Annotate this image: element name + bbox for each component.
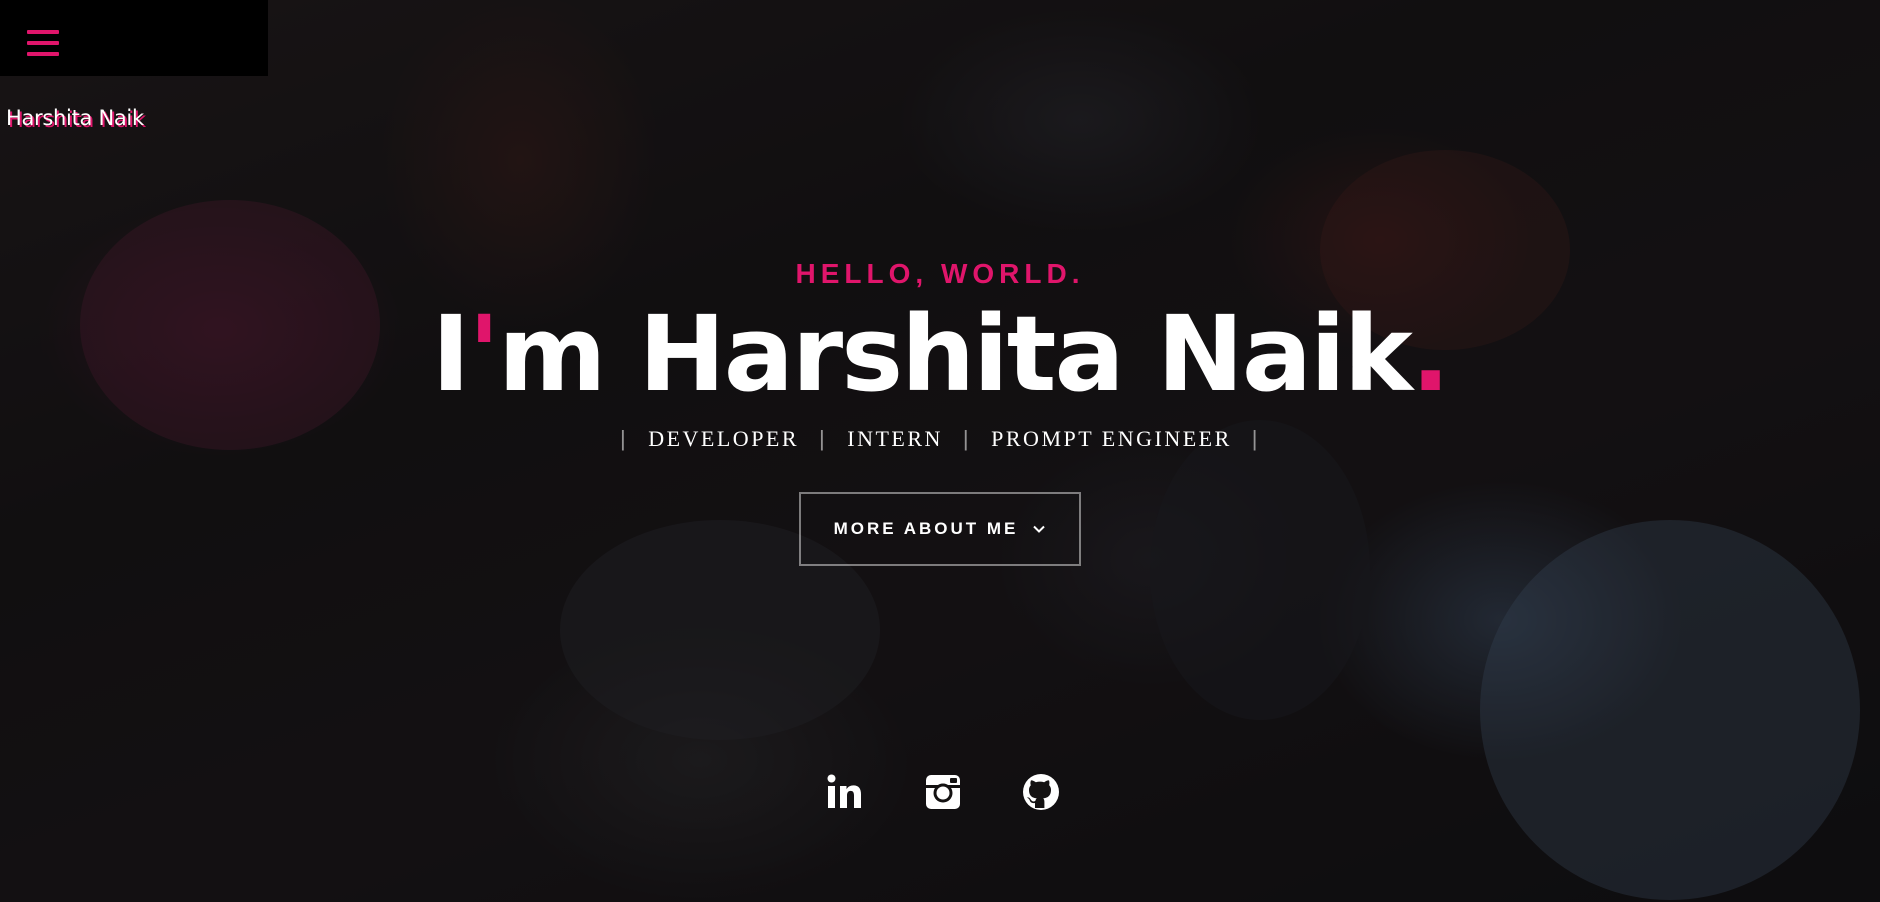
greeting: HELLO, WORLD.: [795, 258, 1085, 289]
linkedin-icon[interactable]: [825, 772, 865, 812]
hero-section: Harshita Naik HELLO, WORLD. I'm Harshita…: [0, 0, 1880, 902]
role-separator: |: [1251, 426, 1260, 451]
headline-i: I: [431, 293, 471, 415]
role-separator: |: [962, 426, 972, 451]
role-intern: INTERN: [847, 426, 943, 451]
menu-bar: [0, 0, 268, 76]
headline-name: m Harshita Naik: [498, 293, 1413, 415]
more-about-me-label: MORE ABOUT ME: [833, 519, 1019, 538]
github-icon[interactable]: [1021, 772, 1061, 812]
role-prompt-engineer: PROMPT ENGINEER: [991, 426, 1232, 451]
page-title: I'm Harshita Naik.: [0, 294, 1880, 414]
role-separator: |: [620, 426, 629, 451]
headline-apostrophe: ': [468, 293, 500, 415]
roles-list: | DEVELOPER | INTERN | PROMPT ENGINEER |: [0, 426, 1880, 452]
role-developer: DEVELOPER: [648, 426, 800, 451]
brand-name[interactable]: Harshita Naik: [6, 106, 144, 130]
social-links: [0, 772, 1880, 812]
hamburger-menu-icon[interactable]: [27, 30, 59, 56]
role-separator: |: [819, 426, 828, 451]
chevron-down-icon: [1033, 525, 1046, 533]
headline-dot: .: [1410, 293, 1450, 415]
hero-content: HELLO, WORLD. I'm Harshita Naik. | DEVEL…: [0, 258, 1880, 566]
instagram-icon[interactable]: [923, 772, 963, 812]
more-about-me-button[interactable]: MORE ABOUT ME: [799, 492, 1081, 566]
